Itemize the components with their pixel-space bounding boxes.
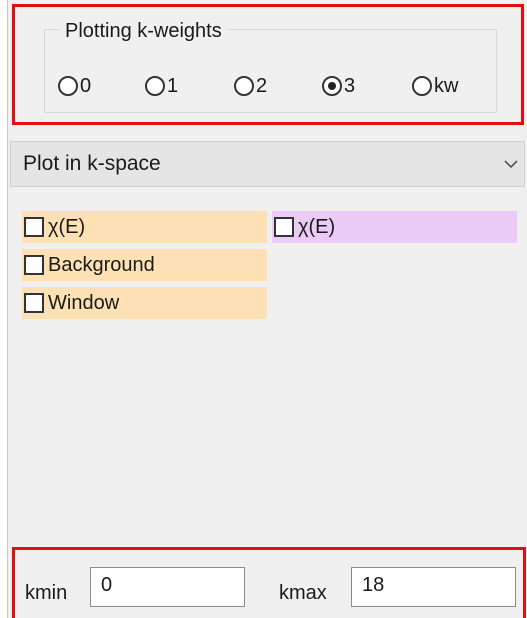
kweights-group-title: Plotting k-weights <box>60 18 227 44</box>
checkbox-label: Window <box>48 291 120 314</box>
kmax-label: kmax <box>279 582 327 604</box>
radio-selected-icon <box>322 76 342 96</box>
radio-label: kw <box>434 74 459 97</box>
kweight-radio-2[interactable]: 2 <box>234 74 267 98</box>
kweight-radio-1[interactable]: 1 <box>145 74 178 98</box>
checkbox-label: χ(E) <box>298 215 336 238</box>
radio-circle-icon <box>58 76 78 96</box>
radio-label: 2 <box>256 74 268 97</box>
checkbox-background[interactable]: Background <box>22 249 267 281</box>
checkbox-label: Background <box>48 253 155 276</box>
kmax-input[interactable]: 18 <box>351 567 516 607</box>
kweight-radio-0[interactable]: 0 <box>58 74 91 98</box>
checkbox-icon <box>24 217 44 237</box>
checkbox-icon <box>24 255 44 275</box>
chevron-down-icon <box>498 159 524 169</box>
radio-circle-icon <box>145 76 165 96</box>
radio-label: 0 <box>80 74 92 97</box>
checkbox-label: χ(E) <box>48 215 86 238</box>
kweight-radio-3[interactable]: 3 <box>322 74 355 98</box>
kmin-input[interactable]: 0 <box>90 567 245 607</box>
checkbox-icon <box>274 217 294 237</box>
checkbox-icon <box>24 293 44 313</box>
checkbox-chi-e[interactable]: χ(E) <box>22 211 267 243</box>
radio-label: 3 <box>344 74 356 97</box>
radio-circle-icon <box>412 76 432 96</box>
kmin-label: kmin <box>25 582 68 604</box>
radio-circle-icon <box>234 76 254 96</box>
radio-label: 1 <box>167 74 179 97</box>
checkbox-chi-e-2[interactable]: χ(E) <box>272 211 517 243</box>
plot-space-value: Plot in k-space <box>23 152 161 175</box>
plot-space-dropdown[interactable]: Plot in k-space <box>10 141 525 187</box>
kweight-radio-kw[interactable]: kw <box>412 74 458 98</box>
checkbox-window[interactable]: Window <box>22 287 267 319</box>
